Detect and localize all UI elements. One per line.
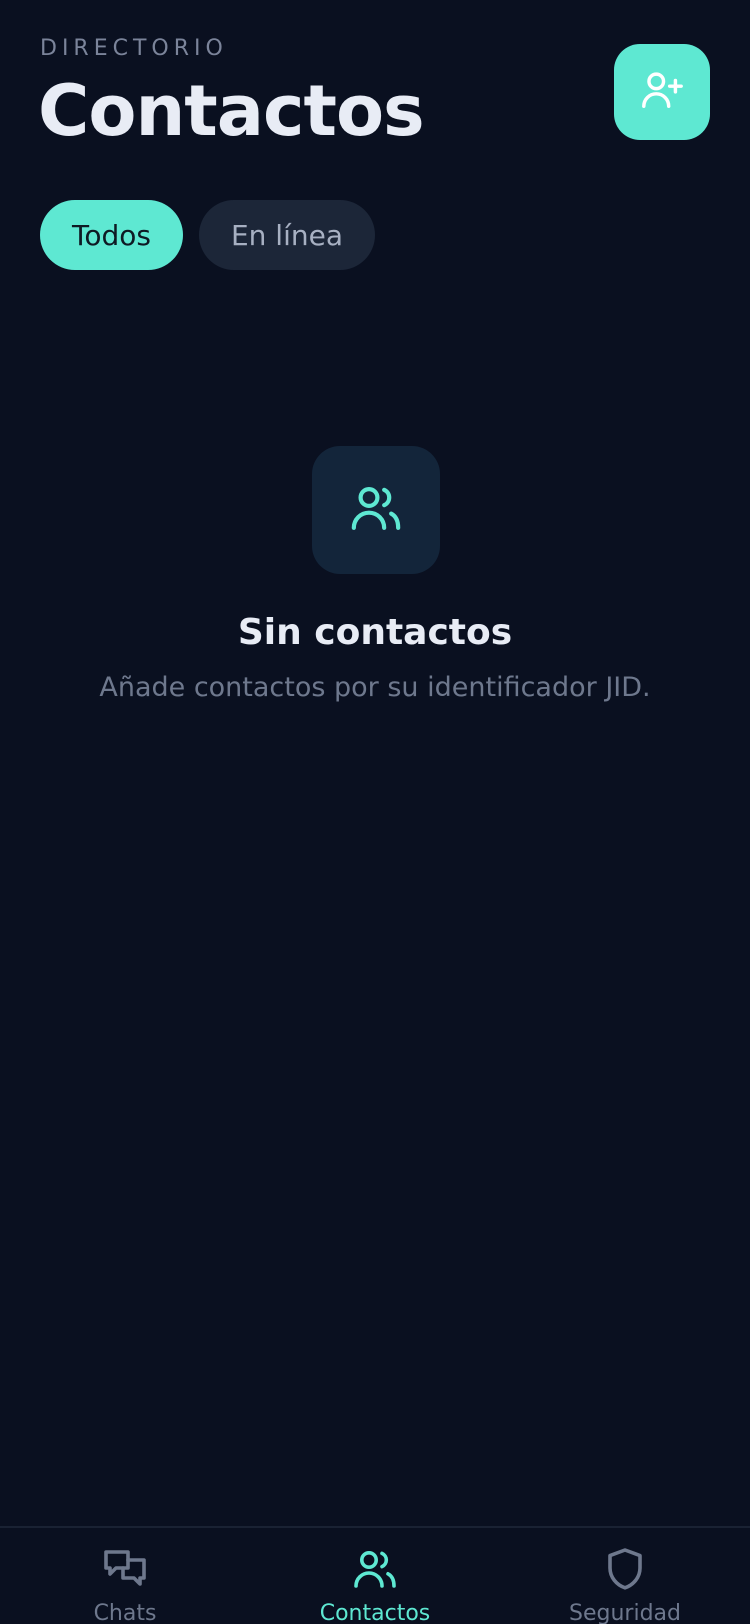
nav-label-chats: Chats <box>93 1601 157 1624</box>
nav-item-contactos[interactable]: Contactos <box>250 1528 500 1624</box>
shield-icon <box>600 1544 650 1593</box>
chat-bubbles-icon <box>100 1544 150 1593</box>
bottom-nav: Chats Contactos Seguridad <box>0 1526 750 1624</box>
users-icon <box>350 1544 400 1593</box>
filter-online-chip[interactable]: En línea <box>198 200 375 270</box>
empty-state-subtitle: Añade contactos por su identificador JID… <box>99 672 651 703</box>
contacts-screen: DIRECTORIO Contactos Todos En línea Sin … <box>0 0 750 1624</box>
header-eyebrow: DIRECTORIO <box>40 36 228 61</box>
nav-item-seguridad[interactable]: Seguridad <box>500 1528 750 1624</box>
empty-state-icon-box <box>312 446 440 574</box>
nav-item-chats[interactable]: Chats <box>0 1528 250 1624</box>
nav-label-contactos: Contactos <box>319 1601 431 1624</box>
users-icon <box>348 480 404 540</box>
empty-state-title: Sin contactos <box>237 612 513 653</box>
user-plus-icon <box>639 67 685 117</box>
add-contact-button[interactable] <box>614 44 710 140</box>
page-title: Contactos <box>38 70 425 152</box>
filter-chips: Todos En línea <box>40 200 375 270</box>
filter-all-chip[interactable]: Todos <box>40 200 183 270</box>
nav-label-seguridad: Seguridad <box>569 1601 681 1624</box>
